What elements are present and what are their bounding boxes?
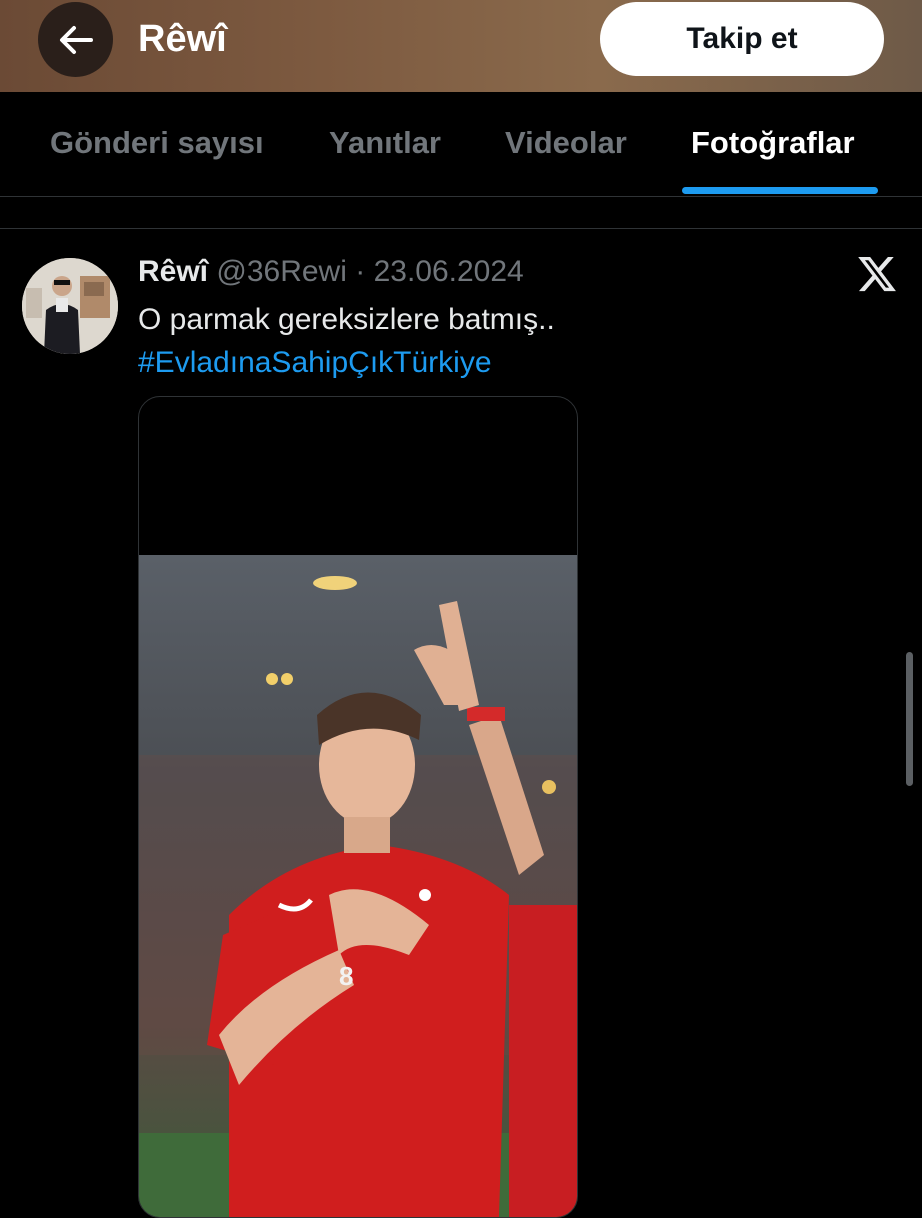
tab-replies[interactable]: Yanıtlar bbox=[329, 92, 441, 196]
profile-header: Rêwî Takip et bbox=[0, 0, 922, 92]
active-tab-indicator bbox=[682, 187, 878, 194]
hashtag-link[interactable]: #EvladınaSahipÇıkTürkiye bbox=[138, 341, 898, 384]
tweet-author-name[interactable]: Rêwî bbox=[138, 255, 208, 288]
arrow-left-icon bbox=[59, 25, 93, 54]
tweet-header: Rêwî @36Rewi · 23.06.2024 bbox=[138, 252, 524, 292]
divider bbox=[0, 228, 922, 229]
profile-title: Rêwî bbox=[138, 18, 227, 60]
tab-photos[interactable]: Fotoğraflar bbox=[691, 92, 855, 196]
follow-button[interactable]: Takip et bbox=[600, 2, 884, 76]
profile-tabs: Gönderi sayısı Yanıtlar Videolar Fotoğra… bbox=[0, 92, 922, 197]
tweet-body: O parmak gereksizlere batmış.. #Evladına… bbox=[138, 298, 898, 384]
scrollbar[interactable] bbox=[906, 652, 913, 786]
tweet-media[interactable]: 8 bbox=[138, 396, 578, 1218]
dot-separator: · bbox=[355, 255, 366, 288]
tweet-photo[interactable]: 8 bbox=[139, 555, 577, 1217]
avatar[interactable] bbox=[22, 258, 118, 354]
svg-text:8: 8 bbox=[339, 961, 353, 991]
x-logo-icon bbox=[858, 256, 896, 292]
tweet-text: O parmak gereksizlere batmış.. bbox=[138, 303, 555, 336]
tweet-date[interactable]: 23.06.2024 bbox=[374, 255, 524, 288]
tab-posts[interactable]: Gönderi sayısı bbox=[50, 92, 264, 196]
tab-videos[interactable]: Videolar bbox=[505, 92, 627, 196]
back-button[interactable] bbox=[38, 2, 113, 77]
tweet-author-handle[interactable]: @36Rewi bbox=[216, 255, 347, 288]
